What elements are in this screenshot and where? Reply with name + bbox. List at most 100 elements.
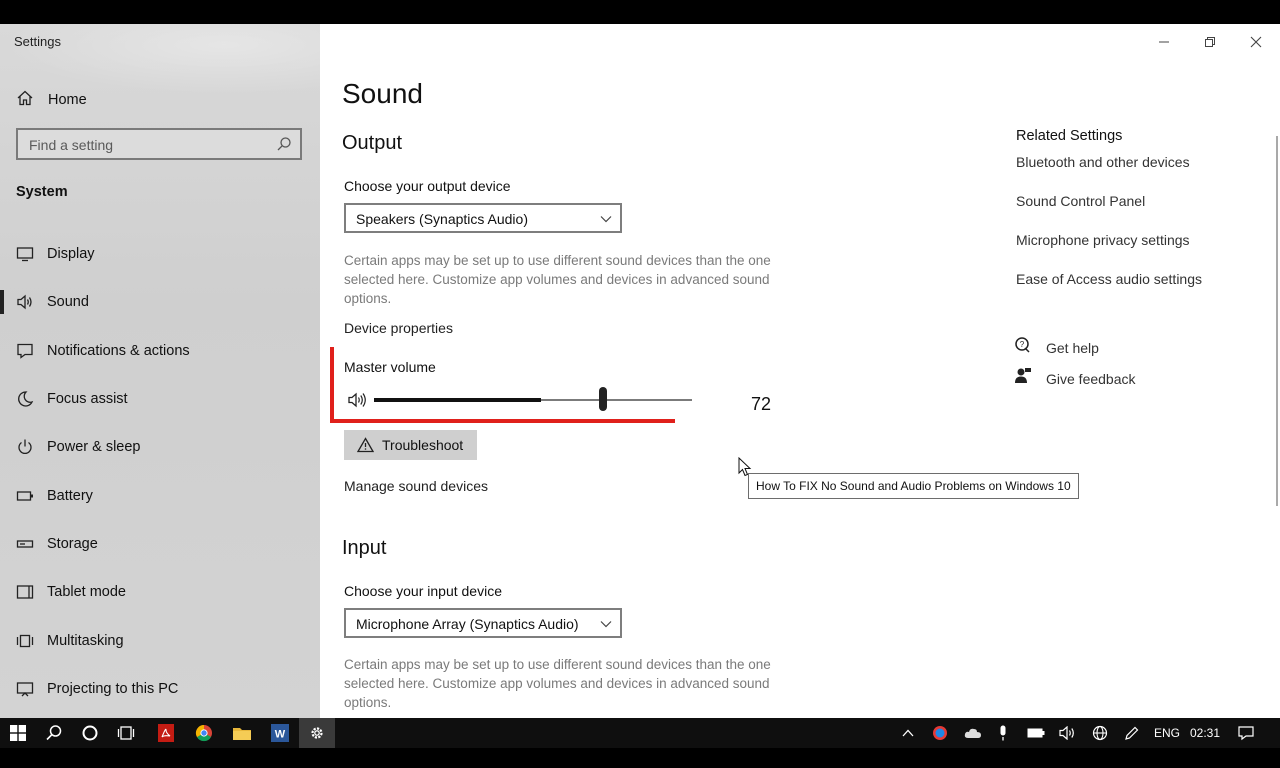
- windows-start-button[interactable]: [0, 718, 36, 748]
- search-input[interactable]: [27, 135, 271, 155]
- mouse-cursor-icon: [738, 456, 752, 482]
- related-settings-heading: Related Settings: [1016, 128, 1123, 144]
- sidebar-item-display[interactable]: Display: [0, 230, 320, 278]
- file-explorer-icon: [233, 728, 251, 740]
- get-help-link[interactable]: ? Get help: [1014, 336, 1099, 359]
- search-icon: [46, 725, 62, 741]
- action-center-button[interactable]: [1234, 718, 1258, 748]
- globe-icon: [1092, 725, 1108, 741]
- settings-window: Settings Home System Display Sound: [0, 24, 1280, 718]
- restore-icon: [1205, 37, 1215, 47]
- settings-taskbar-button[interactable]: [299, 718, 335, 748]
- sidebar-item-sound[interactable]: Sound: [0, 278, 320, 326]
- clock[interactable]: 02:31: [1190, 718, 1220, 748]
- sidebar-item-label: Storage: [47, 535, 98, 552]
- related-link-ease-of-access-audio[interactable]: Ease of Access audio settings: [1016, 271, 1202, 287]
- show-hidden-icons-button[interactable]: [898, 718, 918, 748]
- taskbar-search-button[interactable]: [36, 718, 72, 748]
- colorful-app-icon: [933, 726, 947, 740]
- microphone-tray-button[interactable]: [994, 718, 1012, 748]
- power-icon: [16, 438, 34, 456]
- get-help-label: Get help: [1046, 339, 1099, 356]
- chrome-button[interactable]: [186, 718, 222, 748]
- annotation-red-underline: [330, 419, 675, 423]
- volume-speaker-icon[interactable]: [347, 391, 369, 414]
- pdf-reader-icon: [158, 724, 174, 742]
- speaker-icon: [16, 293, 34, 311]
- app-title: Settings: [14, 34, 61, 49]
- svg-text:?: ?: [1020, 340, 1025, 349]
- give-feedback-link[interactable]: Give feedback: [1014, 367, 1136, 390]
- sidebar-item-notifications[interactable]: Notifications & actions: [0, 327, 320, 375]
- page-title: Sound: [342, 78, 423, 109]
- sidebar-item-focus-assist[interactable]: Focus assist: [0, 375, 320, 423]
- related-link-microphone-privacy[interactable]: Microphone privacy settings: [1016, 232, 1190, 248]
- search-icon[interactable]: [276, 136, 292, 157]
- volume-thumb[interactable]: [599, 387, 607, 411]
- battery-icon: [16, 487, 34, 505]
- volume-tray-button[interactable]: [1058, 718, 1078, 748]
- sidebar-item-label: Focus assist: [47, 391, 128, 408]
- settings-gear-icon: [311, 727, 323, 739]
- sidebar-item-tablet-mode[interactable]: Tablet mode: [0, 568, 320, 616]
- battery-tray-button[interactable]: [1026, 718, 1046, 748]
- output-device-dropdown[interactable]: Speakers (Synaptics Audio): [344, 203, 622, 233]
- input-language[interactable]: ENG: [1154, 718, 1180, 748]
- sidebar-item-storage[interactable]: Storage: [0, 520, 320, 568]
- task-view-button[interactable]: [108, 718, 144, 748]
- device-properties-link[interactable]: Device properties: [344, 320, 453, 336]
- tray-app-button[interactable]: [930, 718, 950, 748]
- onedrive-button[interactable]: [962, 718, 984, 748]
- word-button[interactable]: W: [262, 718, 298, 748]
- volume-fill: [374, 398, 541, 402]
- notifications-icon: [16, 342, 34, 360]
- master-volume-slider[interactable]: [374, 387, 692, 411]
- nav-home-label: Home: [48, 92, 87, 108]
- related-link-sound-control-panel[interactable]: Sound Control Panel: [1016, 193, 1145, 209]
- nav-home[interactable]: Home: [16, 88, 87, 112]
- feedback-person-icon: [1014, 367, 1032, 390]
- related-link-bluetooth[interactable]: Bluetooth and other devices: [1016, 154, 1190, 170]
- sidebar-item-battery[interactable]: Battery: [0, 471, 320, 519]
- cortana-icon: [82, 725, 98, 741]
- close-button[interactable]: [1236, 30, 1276, 54]
- sidebar-item-label: Battery: [47, 487, 93, 504]
- help-chat-icon: ?: [1014, 336, 1032, 359]
- pen-tray-button[interactable]: [1122, 718, 1142, 748]
- tablet-icon: [16, 583, 34, 601]
- file-explorer-button[interactable]: [224, 718, 260, 748]
- close-icon: [1250, 36, 1262, 48]
- cortana-button[interactable]: [72, 718, 108, 748]
- projecting-icon: [16, 680, 34, 698]
- main-content: Sound Output Choose your output device S…: [320, 24, 1280, 718]
- troubleshoot-button[interactable]: Troubleshoot: [344, 430, 477, 460]
- warning-icon: [357, 437, 374, 453]
- sidebar-item-label: Tablet mode: [47, 584, 126, 601]
- volume-value: 72: [751, 394, 772, 414]
- home-icon: [16, 89, 34, 112]
- multitasking-icon: [16, 632, 34, 650]
- notifications-icon: [1238, 726, 1254, 741]
- input-device-dropdown[interactable]: Microphone Array (Synaptics Audio): [344, 608, 622, 638]
- tooltip: How To FIX No Sound and Audio Problems o…: [748, 473, 1079, 499]
- sidebar-nav: Display Sound Notifications & actions Fo…: [0, 230, 320, 713]
- annotation-red-mark: [330, 347, 334, 422]
- sidebar-item-power-sleep[interactable]: Power & sleep: [0, 423, 320, 471]
- scrollbar[interactable]: [1276, 136, 1278, 506]
- network-tray-button[interactable]: [1090, 718, 1110, 748]
- speaker-icon: [1059, 726, 1074, 740]
- manage-sound-devices-link[interactable]: Manage sound devices: [344, 478, 488, 494]
- sidebar-item-projecting[interactable]: Projecting to this PC: [0, 665, 320, 713]
- storage-icon: [16, 535, 34, 553]
- chevron-down-icon: [600, 212, 612, 230]
- sidebar: Settings Home System Display Sound: [0, 24, 320, 718]
- restore-button[interactable]: [1190, 30, 1230, 54]
- minimize-button[interactable]: [1144, 30, 1184, 54]
- sidebar-item-multitasking[interactable]: Multitasking: [0, 616, 320, 664]
- search-box: [16, 128, 302, 160]
- pdf-reader-button[interactable]: [148, 718, 184, 748]
- sidebar-item-label: Display: [47, 246, 95, 263]
- input-device-value: Microphone Array (Synaptics Audio): [356, 616, 579, 632]
- pen-icon: [1125, 726, 1139, 740]
- troubleshoot-label: Troubleshoot: [382, 437, 464, 453]
